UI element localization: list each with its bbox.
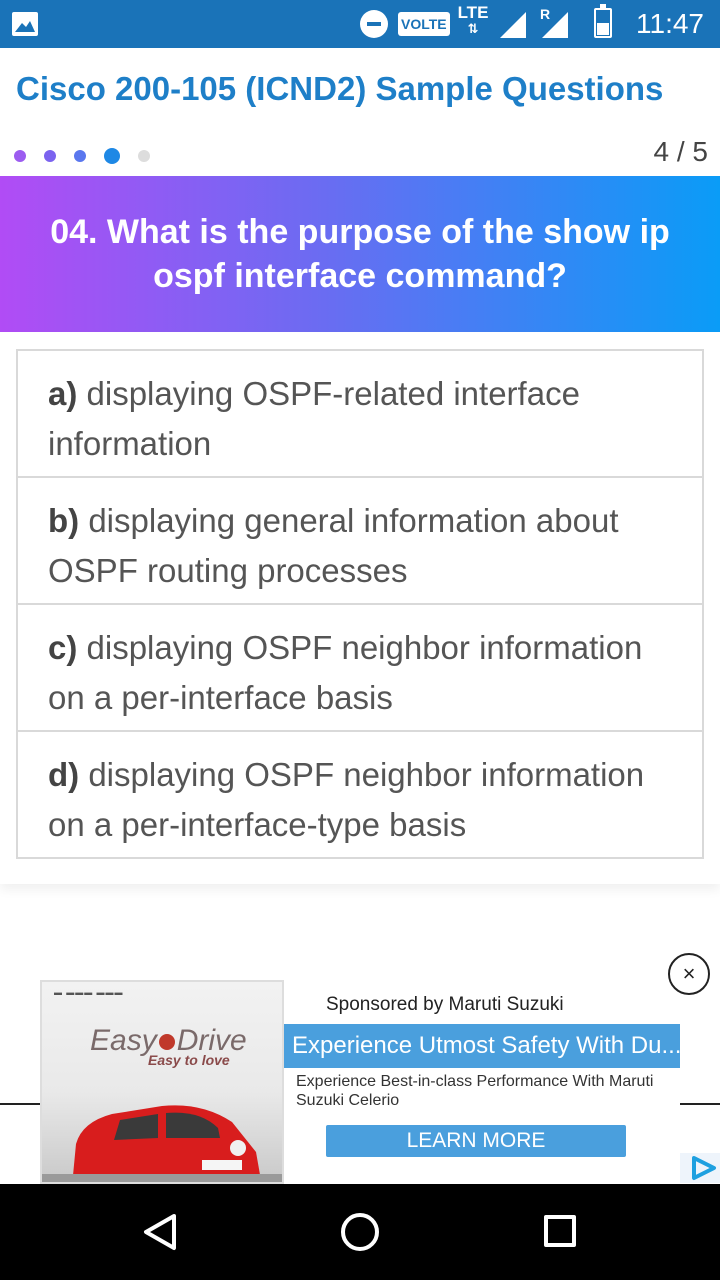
- ad-sponsor: Sponsored by Maruti Suzuki: [326, 994, 564, 1015]
- option-letter: d): [48, 756, 80, 793]
- option-text: displaying OSPF neighbor information on …: [48, 756, 645, 843]
- lte-label: LTE: [457, 3, 489, 22]
- do-not-disturb-icon: [360, 10, 388, 38]
- battery-icon: [594, 4, 612, 38]
- option-letter: c): [48, 629, 78, 666]
- option-text: displaying OSPF-related interface inform…: [48, 375, 580, 462]
- option-b[interactable]: b) displaying general information about …: [18, 478, 702, 605]
- progress-dots: [14, 148, 168, 164]
- progress-dot-current: [104, 148, 120, 164]
- adchoices-icon[interactable]: [680, 1153, 720, 1183]
- option-letter: b): [48, 502, 80, 539]
- option-text: displaying OSPF neighbor information on …: [48, 629, 643, 716]
- ad-image[interactable]: ▬ ▬▬▬ ▬▬▬ Easy Drive Easy to love: [40, 980, 284, 1184]
- back-icon[interactable]: [140, 1212, 180, 1252]
- car-illustration: [42, 1105, 282, 1182]
- navigation-bar: [0, 1184, 720, 1280]
- roaming-label: R: [540, 6, 551, 22]
- progress-dot: [138, 150, 150, 162]
- option-text: displaying general information about OSP…: [48, 502, 619, 589]
- ad-image-brand-strip: ▬ ▬▬▬ ▬▬▬: [54, 988, 124, 997]
- question-text: 04. What is the purpose of the show ip o…: [50, 213, 670, 295]
- clock: 11:47: [636, 8, 704, 39]
- gallery-notification-icon: [12, 12, 38, 36]
- options-list: a) displaying OSPF-related interface inf…: [16, 349, 704, 859]
- status-bar: VOLTE LTE ⇅ R 11:47: [0, 0, 720, 48]
- progress-dot: [74, 150, 86, 162]
- page-counter: 4 / 5: [653, 136, 708, 167]
- progress-dot: [44, 150, 56, 162]
- ad-image-tagline: Easy to love: [148, 1052, 230, 1068]
- option-letter: a): [48, 375, 78, 412]
- option-a[interactable]: a) displaying OSPF-related interface inf…: [18, 351, 702, 478]
- ad-divider: [0, 1103, 40, 1105]
- signal-strength-icon: [500, 12, 526, 38]
- learn-more-button[interactable]: LEARN MORE: [326, 1125, 626, 1157]
- ad-body: Experience Best-in-class Performance Wit…: [296, 1073, 654, 1109]
- ad-headline[interactable]: Experience Utmost Safety With Du...: [284, 1024, 680, 1068]
- page-title: Cisco 200-105 (ICND2) Sample Questions: [16, 70, 664, 107]
- recent-apps-icon[interactable]: [544, 1215, 576, 1247]
- ad-close-button[interactable]: ×: [668, 953, 710, 995]
- home-icon[interactable]: [341, 1213, 379, 1251]
- lte-indicator: LTE ⇅: [454, 4, 492, 44]
- option-c[interactable]: c) displaying OSPF neighbor information …: [18, 605, 702, 732]
- progress-dot: [14, 150, 26, 162]
- question-banner: 04. What is the purpose of the show ip o…: [0, 176, 720, 332]
- options-card: a) displaying OSPF-related interface inf…: [0, 332, 720, 884]
- data-arrows-icon: ⇅: [467, 21, 479, 36]
- volte-badge: VOLTE: [398, 12, 450, 36]
- ad-divider: [680, 1103, 720, 1105]
- option-d[interactable]: d) displaying OSPF neighbor information …: [18, 732, 702, 857]
